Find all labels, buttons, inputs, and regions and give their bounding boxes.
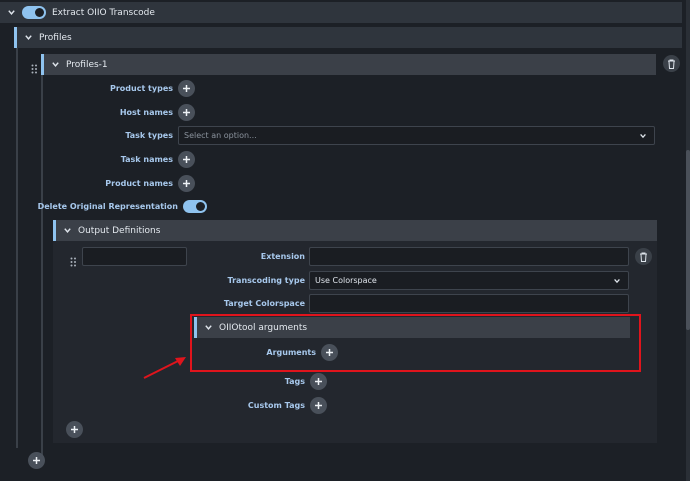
chevron-down-icon[interactable] [6,8,16,18]
highlight-box [190,314,641,372]
task-names-label: Task names [120,155,173,164]
chevron-down-icon [614,278,620,284]
enable-toggle[interactable] [22,6,46,19]
section-title: Extract OIIO Transcode [52,7,155,18]
transcoding-type-select[interactable]: Use Colorspace [309,271,629,290]
chevron-down-icon [640,133,646,139]
extension-label: Extension [260,252,305,261]
host-names-label: Host names [119,108,173,117]
plus-icon [183,109,190,116]
delete-profile-button[interactable] [663,55,680,72]
plus-icon [183,85,190,92]
chevron-down-icon[interactable] [50,60,60,70]
add-output-definition-button[interactable] [66,421,83,438]
delete-original-label: Delete Original Representation [37,202,178,211]
drag-handle-icon[interactable] [31,59,38,78]
chevron-down-icon[interactable] [62,226,72,236]
delete-original-toggle[interactable] [183,200,207,213]
add-profile-button[interactable] [28,452,45,469]
add-product-name-button[interactable] [178,175,195,192]
output-definitions-header[interactable]: Output Definitions [53,220,657,241]
annotation-arrow-icon [143,357,186,379]
target-colorspace-input[interactable] [309,294,629,313]
add-tag-button[interactable] [310,373,327,390]
trash-icon [640,252,647,262]
extract-oiio-transcode-header[interactable]: Extract OIIO Transcode [0,2,682,23]
product-types-label: Product types [109,84,173,93]
add-host-name-button[interactable] [178,104,195,121]
task-types-select[interactable]: Select an option... [178,126,655,145]
tags-label: Tags [284,377,305,386]
indent-guide [16,48,18,448]
task-types-label: Task types [125,131,173,140]
custom-tags-label: Custom Tags [247,401,305,410]
trash-icon [668,59,675,69]
output-name-input[interactable] [82,247,187,266]
plus-icon [183,156,190,163]
profile-item-header[interactable]: Profiles-1 [41,54,656,75]
drag-handle-icon[interactable] [70,252,77,271]
scrollbar[interactable] [686,0,690,481]
plus-icon [33,457,40,464]
add-product-type-button[interactable] [178,80,195,97]
add-custom-tag-button[interactable] [310,397,327,414]
add-task-name-button[interactable] [178,151,195,168]
output-definitions-title: Output Definitions [78,225,161,236]
delete-output-button[interactable] [635,248,652,265]
profiles-title: Profiles [39,32,72,43]
profile-item-title: Profiles-1 [66,59,108,70]
plus-icon [315,378,322,385]
chevron-down-icon[interactable] [23,33,33,43]
transcoding-type-label: Transcoding type [227,276,305,285]
profiles-header[interactable]: Profiles [14,27,682,48]
extension-input[interactable] [309,247,629,266]
product-names-label: Product names [105,179,173,188]
plus-icon [183,180,190,187]
plus-icon [315,402,322,409]
plus-icon [71,426,78,433]
indent-guide [41,75,43,455]
target-colorspace-label: Target Colorspace [223,299,305,308]
